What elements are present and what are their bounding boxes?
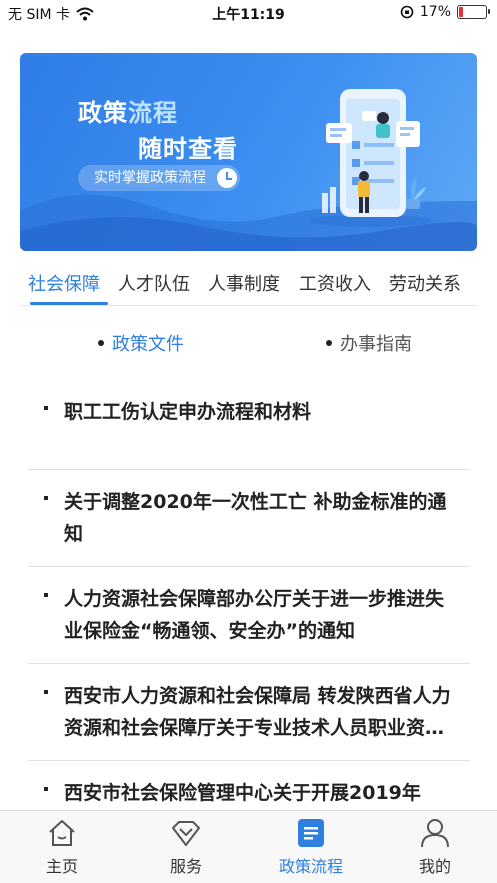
nav-policy-process[interactable]: 政策流程 — [249, 817, 373, 877]
list-bullet — [44, 406, 48, 410]
banner-subtitle: 实时掌握政策流程 — [94, 170, 206, 186]
nav-label: 我的 — [418, 857, 451, 876]
banner-subtitle-pill: 实时掌握政策流程 — [78, 165, 240, 191]
nav-profile[interactable]: 我的 — [373, 817, 497, 877]
battery-percent: 17% — [419, 4, 451, 20]
tab-social-security[interactable]: 社会保障 — [28, 270, 100, 296]
category-tabs: 社会保障 人才队伍 人事制度 工资收入 劳动关系 — [20, 270, 477, 306]
tab-wage-income[interactable]: 工资收入 — [299, 270, 371, 296]
tab-personnel-system[interactable]: 人事制度 — [208, 270, 280, 296]
list-item-title: 关于调整2020年一次性工亡 补助金标准的通知 — [64, 491, 447, 545]
bullet-dot — [326, 340, 332, 346]
diamond-icon — [172, 821, 200, 846]
list-bullet — [44, 593, 48, 597]
banner-title-line2: 随时查看 — [138, 135, 238, 163]
list-item-title: 西安市人力资源和社会保障局 转发陕西省人力资源和社会保障厅关于专业技术人员职业资… — [64, 685, 451, 739]
user-icon — [421, 819, 449, 848]
list-item-title: 人力资源社会保障部办公厅关于进一步推进失业保险金“畅通领、安全办”的通知 — [64, 588, 445, 642]
document-icon — [298, 819, 324, 847]
status-right: 17% — [400, 4, 490, 20]
list-bullet — [44, 787, 48, 791]
battery-icon — [457, 5, 490, 19]
nav-label: 政策流程 — [278, 857, 343, 876]
orientation-lock-icon — [400, 5, 414, 19]
subtab-policy-documents[interactable]: 政策文件 — [98, 330, 184, 356]
banner-title-part1: 政策 — [78, 99, 128, 127]
clock-icon — [217, 168, 237, 188]
subtab-label: 办事指南 — [340, 334, 412, 355]
subtab-label: 政策文件 — [112, 334, 184, 355]
list-item-title: 职工工伤认定申办流程和材料 — [64, 401, 312, 423]
phone-illustration — [308, 89, 432, 227]
policy-list: 职工工伤认定申办流程和材料 关于调整2020年一次性工亡 补助金标准的通知 人力… — [28, 380, 470, 825]
list-item[interactable]: 关于调整2020年一次性工亡 补助金标准的通知 — [28, 470, 470, 567]
nav-label: 服务 — [169, 857, 202, 876]
policy-banner[interactable]: 政策流程 随时查看 实时掌握政策流程 — [20, 53, 477, 251]
tab-labor-relations[interactable]: 劳动关系 — [389, 270, 461, 296]
nav-services[interactable]: 服务 — [124, 817, 248, 877]
subtab-service-guide[interactable]: 办事指南 — [326, 330, 412, 356]
list-bullet — [44, 496, 48, 500]
list-bullet — [44, 690, 48, 694]
bullet-dot — [98, 340, 104, 346]
list-item[interactable]: 人力资源社会保障部办公厅关于进一步推进失业保险金“畅通领、安全办”的通知 — [28, 567, 470, 664]
banner-title-part2: 流程 — [128, 99, 178, 127]
list-item[interactable]: 职工工伤认定申办流程和材料 — [28, 380, 470, 470]
tab-talent-team[interactable]: 人才队伍 — [118, 270, 190, 296]
list-item-title: 西安市社会保险管理中心关于开展2019年 — [64, 782, 421, 804]
home-icon — [49, 820, 75, 846]
nav-label: 主页 — [45, 857, 78, 876]
status-bar: 无 SIM 卡 上午11:19 17% — [0, 0, 497, 26]
tabs-divider — [20, 305, 477, 306]
banner-title: 政策流程 — [78, 93, 178, 128]
bottom-nav: 主页 服务 政策流程 我的 — [0, 810, 497, 883]
nav-home[interactable]: 主页 — [0, 817, 124, 877]
battery-fill — [459, 7, 463, 17]
list-item[interactable]: 西安市人力资源和社会保障局 转发陕西省人力资源和社会保障厅关于专业技术人员职业资… — [28, 664, 470, 761]
